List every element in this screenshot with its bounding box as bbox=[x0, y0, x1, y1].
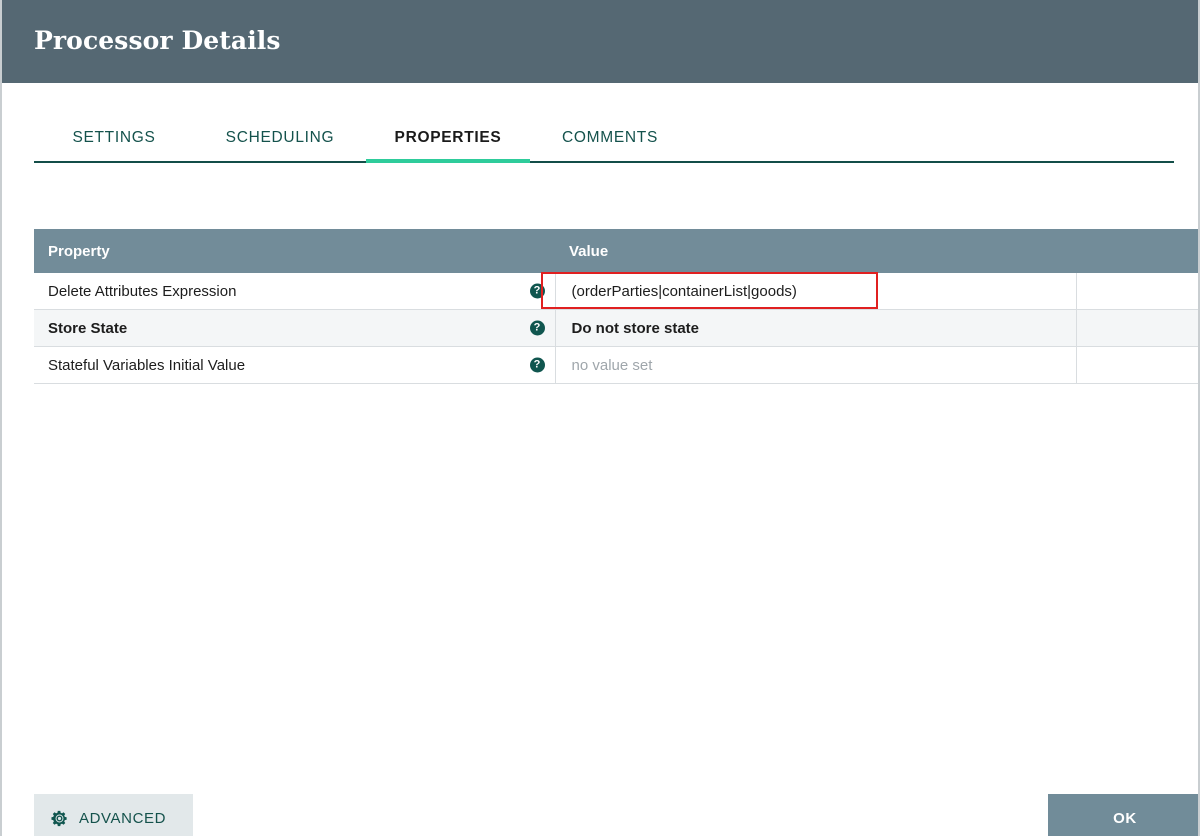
tab-bar: SETTINGS SCHEDULING PROPERTIES COMMENTS bbox=[34, 112, 1174, 164]
help-icon[interactable]: ? bbox=[529, 357, 545, 373]
property-label: Delete Attributes Expression bbox=[48, 282, 237, 300]
table-row[interactable]: Delete Attributes Expression ? (orderPar… bbox=[34, 273, 1198, 310]
dialog-title-bar: Processor Details bbox=[2, 0, 1198, 83]
table-row[interactable]: Stateful Variables Initial Value ? no va… bbox=[34, 346, 1198, 384]
tab-underline bbox=[34, 161, 1174, 163]
column-header-property: Property bbox=[34, 229, 555, 273]
property-value: Do not store state bbox=[571, 319, 700, 337]
property-value-placeholder: no value set bbox=[571, 356, 653, 374]
column-header-value: Value bbox=[555, 229, 1076, 273]
tab-comments[interactable]: COMMENTS bbox=[530, 129, 690, 161]
properties-table-head: Property Value bbox=[34, 229, 1198, 273]
tab-comments-label: COMMENTS bbox=[561, 129, 658, 146]
processor-details-dialog: Processor Details SETTINGS SCHEDULING PR… bbox=[0, 0, 1200, 836]
page-title: Processor Details bbox=[34, 26, 281, 55]
properties-table: Property Value Delete Attributes Express… bbox=[34, 229, 1198, 384]
property-name-cell: Store State ? bbox=[34, 309, 556, 347]
help-icon[interactable]: ? bbox=[529, 283, 545, 299]
property-extra-cell bbox=[1076, 346, 1198, 384]
property-value: (orderParties|containerList|goods) bbox=[571, 282, 797, 300]
tab-settings-label: SETTINGS bbox=[72, 129, 156, 146]
property-name-cell: Delete Attributes Expression ? bbox=[34, 273, 556, 310]
property-label: Store State bbox=[48, 319, 128, 337]
property-extra-cell bbox=[1076, 273, 1198, 310]
properties-table-body: Delete Attributes Expression ? (orderPar… bbox=[34, 273, 1198, 384]
table-header-row: Property Value bbox=[34, 229, 1198, 273]
ok-button-label: OK bbox=[1113, 809, 1137, 827]
property-value-cell[interactable]: no value set bbox=[555, 346, 1077, 384]
tab-properties[interactable]: PROPERTIES bbox=[366, 129, 530, 163]
tab-settings[interactable]: SETTINGS bbox=[34, 129, 194, 161]
property-name-cell: Stateful Variables Initial Value ? bbox=[34, 346, 556, 384]
advanced-button[interactable]: ADVANCED bbox=[34, 794, 193, 836]
advanced-button-label: ADVANCED bbox=[79, 809, 167, 827]
tab-scheduling-label: SCHEDULING bbox=[225, 129, 335, 146]
property-extra-cell bbox=[1076, 309, 1198, 347]
ok-button[interactable]: OK bbox=[1048, 794, 1198, 836]
tab-scheduling[interactable]: SCHEDULING bbox=[194, 129, 366, 161]
gear-icon bbox=[51, 810, 67, 826]
table-row[interactable]: Store State ? Do not store state bbox=[34, 309, 1198, 347]
column-header-extra bbox=[1076, 229, 1198, 273]
property-value-cell[interactable]: (orderParties|containerList|goods) bbox=[555, 273, 1077, 310]
tab-properties-label: PROPERTIES bbox=[394, 129, 502, 146]
property-label: Stateful Variables Initial Value bbox=[48, 356, 246, 374]
help-icon[interactable]: ? bbox=[529, 320, 545, 336]
property-value-cell[interactable]: Do not store state bbox=[555, 309, 1077, 347]
